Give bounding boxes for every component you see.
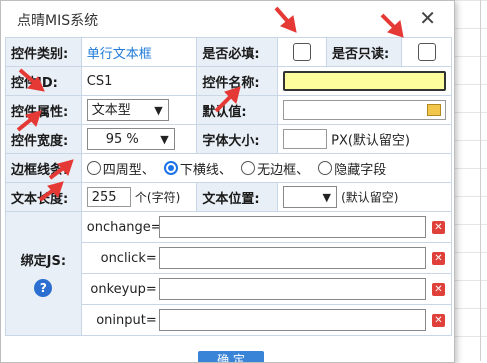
image-picker-icon[interactable] [426, 104, 441, 116]
radio-hidden-field-label: 隐藏字段 [334, 162, 387, 178]
delete-icon[interactable]: ✕ [431, 251, 445, 265]
close-icon[interactable]: ✕ [419, 6, 436, 30]
bind-js-label: 绑定JS: [20, 254, 67, 269]
readonly-cell [401, 37, 452, 67]
js-row-onkeyup: onkeyup= ✕ [80, 273, 453, 305]
title-bar: 点晴MIS系统 ✕ [1, 1, 454, 37]
control-attr-label: 控件属性: [5, 95, 82, 125]
control-name-label: 控件名称: [196, 66, 278, 96]
required-checkbox[interactable] [292, 43, 311, 61]
js-oninput-label: oninput= [96, 312, 157, 328]
bind-js-cell: 绑定JS: ? [5, 211, 82, 336]
text-length-unit: 个(字符) [134, 190, 181, 205]
text-position-hint: (默认留空) [341, 190, 399, 205]
js-onkeyup-label: onkeyup= [90, 281, 157, 297]
required-label: 是否必填: [196, 37, 278, 67]
js-onkeyup-input[interactable] [158, 278, 426, 300]
control-width-cell: 95 % ▼ [80, 124, 198, 154]
control-name-cell [276, 66, 453, 96]
text-position-select[interactable]: ▼ [282, 186, 337, 208]
required-cell [276, 37, 327, 67]
confirm-button[interactable]: 确 定 [198, 351, 264, 362]
delete-icon[interactable]: ✕ [431, 282, 445, 296]
font-size-cell: PX(默认留空) [276, 124, 453, 154]
text-position-cell: ▼ (默认留空) [276, 182, 453, 212]
radio-hidden-field[interactable] [318, 161, 333, 175]
js-onchange-input[interactable] [158, 216, 426, 238]
properties-form: 控件类别: 单行文本框 是否必填: 是否只读: 控件ID: CS1 控件名称: … [5, 37, 453, 336]
radio-no-border-label: 无边框、 [257, 162, 310, 178]
text-length-cell: 255 个(字符) [80, 182, 198, 212]
js-oninput-input[interactable] [158, 309, 426, 331]
js-onclick-label: onclick= [100, 250, 157, 266]
border-style-label: 边框线条: [5, 153, 82, 183]
delete-icon[interactable]: ✕ [431, 220, 445, 234]
control-attr-select[interactable]: 文本型 ▼ [86, 99, 169, 121]
chevron-down-icon: ▼ [160, 133, 169, 146]
control-width-label: 控件宽度: [5, 124, 82, 154]
default-value-label: 默认值: [196, 95, 278, 125]
js-onclick-input[interactable] [158, 247, 426, 269]
text-length-label: 文本长度: [5, 182, 82, 212]
text-position-label: 文本位置: [196, 182, 278, 212]
control-properties-dialog: 点晴MIS系统 ✕ 控件类别: 单行文本框 是否必填: 是否只读: 控件ID: … [0, 0, 455, 363]
control-type-value: 单行文本框 [80, 37, 198, 67]
font-size-input[interactable] [282, 129, 327, 149]
radio-underline[interactable] [163, 161, 178, 175]
js-onchange-label: onchange= [86, 219, 162, 235]
text-length-input[interactable]: 255 [86, 187, 131, 207]
default-value-cell [276, 95, 453, 125]
dialog-title: 点晴MIS系统 [17, 13, 99, 29]
control-name-input[interactable] [282, 71, 446, 91]
help-icon[interactable]: ? [34, 279, 53, 297]
radio-no-border[interactable] [241, 161, 256, 175]
js-row-onclick: onclick= ✕ [80, 242, 453, 274]
readonly-checkbox[interactable] [417, 43, 436, 61]
radio-all-sides[interactable] [86, 161, 101, 175]
readonly-label: 是否只读: [325, 37, 403, 67]
font-size-unit: PX(默认留空) [331, 133, 410, 149]
control-width-selected: 95 % [105, 132, 139, 147]
chevron-down-icon: ▼ [154, 104, 163, 117]
default-value-input[interactable] [282, 100, 446, 120]
radio-underline-label: 下横线、 [179, 162, 232, 178]
control-width-select[interactable]: 95 % ▼ [86, 128, 175, 150]
control-attr-cell: 文本型 ▼ [80, 95, 198, 125]
chevron-down-icon: ▼ [322, 191, 331, 204]
control-type-label: 控件类别: [5, 37, 82, 67]
font-size-label: 字体大小: [196, 124, 278, 154]
delete-icon[interactable]: ✕ [431, 313, 445, 327]
js-row-oninput: oninput= ✕ [80, 304, 453, 336]
border-style-options: 四周型、 下横线、 无边框、 隐藏字段 [80, 153, 453, 183]
control-id-label: 控件ID: [5, 66, 82, 96]
js-row-onchange: onchange= ✕ [80, 211, 453, 243]
radio-all-sides-label: 四周型、 [102, 162, 155, 178]
control-attr-selected: 文本型 [91, 103, 131, 118]
control-id-value: CS1 [80, 66, 198, 96]
